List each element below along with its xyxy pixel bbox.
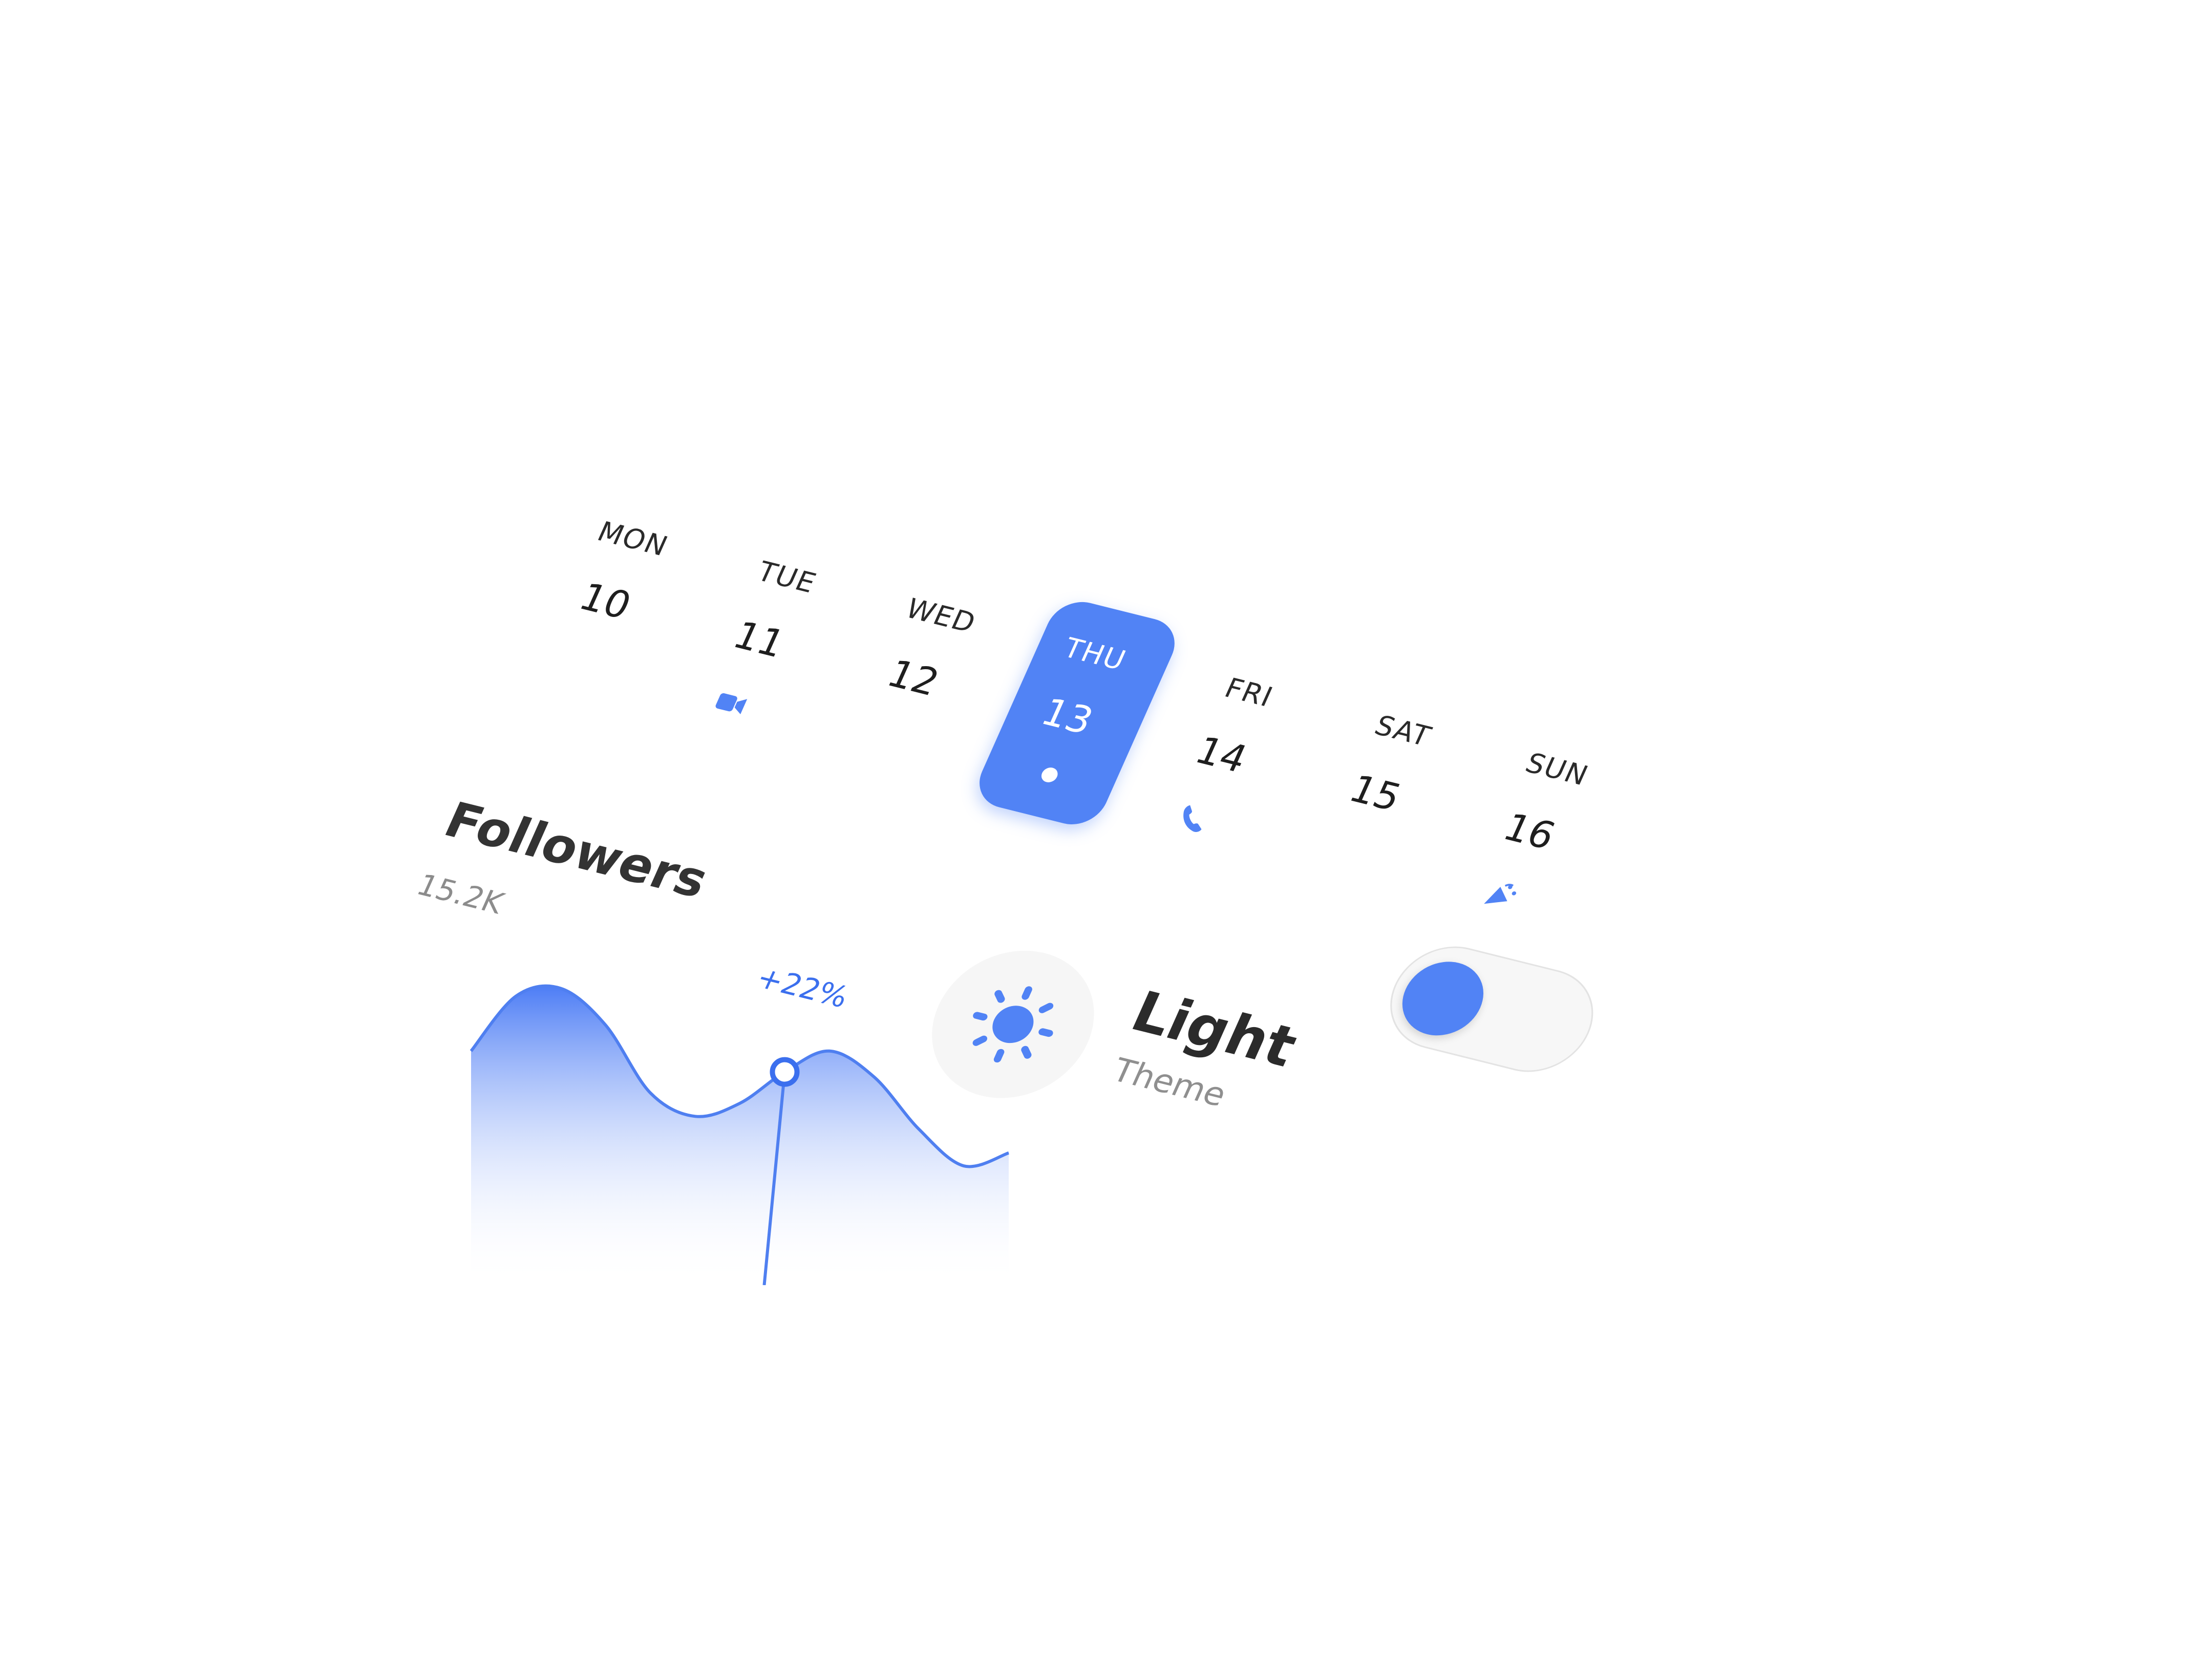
- day-number: 11: [727, 613, 792, 666]
- calendar-day-tue[interactable]: TUE 11: [654, 540, 852, 767]
- day-number: 14: [1188, 729, 1254, 781]
- followers-area-fill: [471, 986, 1009, 1285]
- toggle-knob[interactable]: [1390, 953, 1496, 1044]
- calendar-day-mon[interactable]: MON 10: [500, 502, 698, 729]
- calendar-day-wed[interactable]: WED 12: [808, 579, 1006, 805]
- day-name: MON: [592, 515, 674, 563]
- video-camera-icon: [710, 686, 752, 721]
- party-popper-icon: [1480, 878, 1522, 913]
- day-number: 12: [881, 652, 946, 705]
- day-name: FRI: [1220, 672, 1279, 713]
- day-name: SUN: [1520, 747, 1594, 792]
- followers-count: 15.2K: [411, 867, 509, 921]
- day-name: TUE: [752, 555, 822, 600]
- stage: MON 10 TUE 11 WED 12 THU 13 FRI 14 SAT 15 SUN 16 Foll…: [0, 0, 2212, 1663]
- day-number: 10: [572, 575, 638, 628]
- day-number: 15: [1343, 767, 1408, 820]
- phone-icon: [1172, 801, 1214, 837]
- followers-area-chart: [470, 984, 1010, 1285]
- day-number: 16: [1497, 805, 1562, 858]
- calendar-day-thu[interactable]: THU 13: [962, 595, 1185, 844]
- day-name: WED: [901, 592, 982, 639]
- calendar-day-sat[interactable]: SAT 15: [1270, 694, 1468, 921]
- week-calendar: MON 10 TUE 11 WED 12 THU 13 FRI 14 SAT 15 SUN 16: [573, 502, 1732, 904]
- theme-toggle[interactable]: [1372, 935, 1611, 1083]
- calendar-day-sun[interactable]: SUN 16: [1424, 732, 1622, 959]
- highlight-point[interactable]: [770, 1057, 800, 1087]
- day-name: SAT: [1370, 709, 1437, 753]
